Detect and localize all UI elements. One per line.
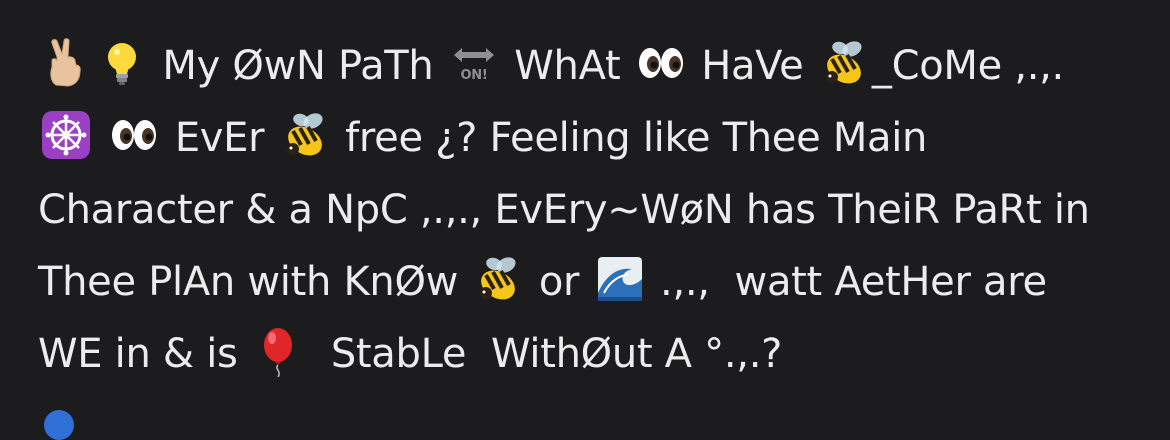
victory-hand-icon — [40, 37, 92, 89]
text-segment: .,., watt AetHer are — [647, 259, 1047, 305]
text-segment: or — [526, 259, 592, 305]
bee-icon — [818, 37, 870, 89]
text-segment: WE in & is — [38, 331, 250, 377]
text-segment: _CoMe ,.,. — [871, 43, 1064, 89]
post-body-text: My ØwN PaTh ON! WhAt HaVe _CoMe ,.,. EvE… — [38, 30, 1138, 390]
text-segment: Thee PlAn with KnØw — [38, 259, 471, 305]
text-segment: EvEr — [162, 115, 277, 161]
text-segment: free ¿? Feeling like Thee Main — [332, 115, 928, 161]
text-line: Thee PlAn with KnØw or .,., watt AetHer … — [38, 246, 1138, 318]
text-line: EvEr free ¿? Feeling like Thee Main — [38, 102, 1138, 174]
eyes-icon — [635, 37, 687, 89]
text-segment: My ØwN PaTh — [150, 43, 446, 89]
post-container: My ØwN PaTh ON! WhAt HaVe _CoMe ,.,. EvE… — [0, 0, 1170, 440]
on-arrow-icon: ON! — [448, 37, 500, 89]
light-bulb-icon — [96, 37, 148, 89]
text-segment: WhAt — [501, 43, 633, 89]
bee-icon — [279, 109, 331, 161]
text-segment — [94, 115, 106, 161]
bee-icon — [472, 253, 524, 305]
eyes-icon — [108, 109, 160, 161]
text-segment: Character & a NpC ,.,., EvEry~WøN has Th… — [38, 187, 1090, 233]
wheel-of-dharma-icon — [40, 109, 92, 161]
red-balloon-icon — [252, 325, 304, 377]
avatar[interactable] — [44, 410, 74, 440]
water-wave-icon — [594, 253, 646, 305]
text-line: My ØwN PaTh ON! WhAt HaVe _CoMe ,.,. — [38, 30, 1138, 102]
text-segment: StabLe WithØut A °.,.? — [306, 331, 783, 377]
text-segment: HaVe — [688, 43, 816, 89]
text-line: Character & a NpC ,.,., EvEry~WøN has Th… — [38, 174, 1138, 246]
text-line: WE in & is StabLe WithØut A °.,.? — [38, 318, 1138, 390]
svg-text:ON!: ON! — [460, 68, 487, 83]
